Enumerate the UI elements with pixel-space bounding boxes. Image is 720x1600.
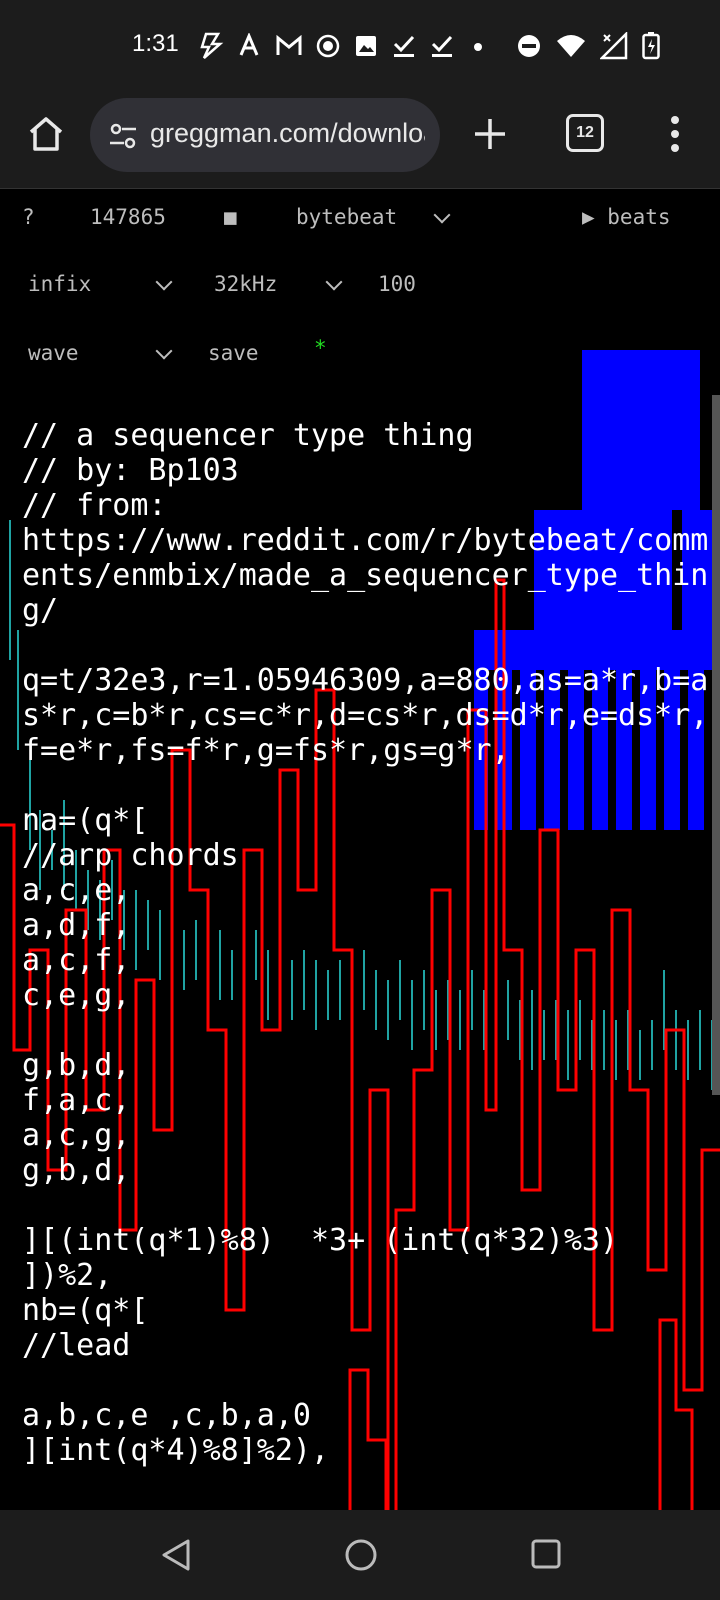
recents-icon[interactable] <box>530 1538 562 1570</box>
scrollbar[interactable] <box>712 395 720 1095</box>
rate-select[interactable]: 32kHz <box>214 272 354 296</box>
image-icon <box>356 36 376 56</box>
tab-switcher-button[interactable]: 12 <box>566 114 604 152</box>
browser-toolbar: greggman.com/downloads/examples/html5byt… <box>0 90 720 189</box>
help-button[interactable]: ? <box>22 205 35 229</box>
battery-icon <box>642 32 660 60</box>
record-icon <box>316 34 340 58</box>
expression-select-value: infix <box>28 272 92 296</box>
overflow-menu-icon[interactable] <box>665 114 685 154</box>
type-select[interactable]: bytebeat <box>296 205 456 229</box>
status-bar: 1:31 <box>0 0 720 90</box>
type-select-value: bytebeat <box>296 205 396 229</box>
code-editor[interactable]: // a sequencer type thing // by: Bp103 /… <box>22 418 712 1468</box>
site-settings-icon[interactable] <box>108 121 138 151</box>
status-time: 1:31 <box>132 30 179 57</box>
volume-input[interactable]: 100 <box>378 272 416 296</box>
system-nav-bar <box>0 1510 720 1600</box>
stop-button[interactable]: ■ <box>224 205 237 229</box>
home-icon[interactable] <box>26 114 66 154</box>
new-tab-icon[interactable] <box>472 116 508 152</box>
gmail-icon <box>276 35 302 55</box>
expression-select[interactable]: infix <box>28 272 178 296</box>
chevron-down-icon <box>155 273 173 291</box>
tab-count: 12 <box>576 124 594 141</box>
address-bar[interactable]: greggman.com/downloads/examples/html5byt… <box>90 98 440 172</box>
home-nav-icon[interactable] <box>344 1538 378 1572</box>
chevron-down-icon <box>325 273 343 291</box>
text-icon <box>239 33 259 56</box>
wifi-icon <box>557 35 585 57</box>
flash-icon <box>200 32 224 59</box>
rate-select-value: 32kHz <box>214 272 278 296</box>
chevron-down-icon <box>433 206 451 224</box>
back-icon[interactable] <box>160 1538 192 1572</box>
url-text[interactable]: greggman.com/downloads/examples/html5byt… <box>150 118 425 149</box>
time-counter[interactable]: 147865 <box>90 205 166 229</box>
beats-link[interactable]: ▶ beats <box>582 205 671 229</box>
dot-icon <box>474 43 482 51</box>
check-icon <box>393 35 415 57</box>
signal-icon <box>600 32 628 60</box>
dnd-icon <box>518 35 540 57</box>
check-icon <box>431 35 453 57</box>
